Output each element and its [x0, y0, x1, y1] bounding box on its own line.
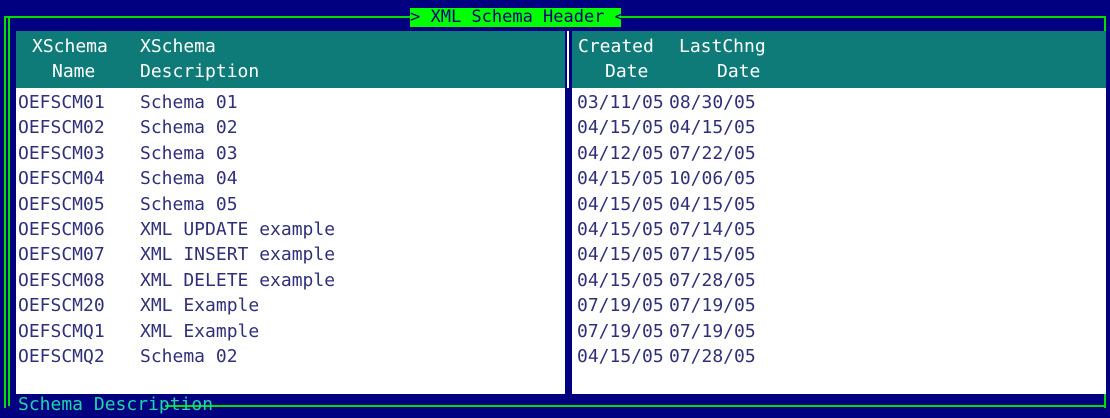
schema-description: Schema 04	[140, 168, 238, 190]
schema-description: XML UPDATE example	[140, 218, 336, 240]
last-change-date: 04/15/05	[669, 117, 756, 139]
last-change-date: 10/06/05	[669, 168, 756, 190]
schema-description: XML DELETE example	[140, 269, 336, 291]
last-change-date: 07/15/05	[669, 244, 756, 266]
schema-description: Schema 02	[140, 345, 238, 367]
table-row[interactable]: OEFSCM02 Schema 02 04/15/05 04/15/05	[0, 115, 1110, 140]
created-date: 04/15/05	[577, 193, 664, 215]
footer-label: Schema Description	[18, 394, 214, 415]
schema-name: OEFSCM03	[18, 142, 105, 164]
col-changed-header-line1: LastChng	[679, 36, 766, 57]
created-date: 07/19/05	[577, 320, 664, 342]
last-change-date: 08/30/05	[669, 92, 756, 113]
last-change-date: 07/28/05	[669, 345, 756, 367]
schema-name: OEFSCM05	[18, 193, 105, 215]
schema-list: OEFSCM01 Schema 01 03/11/05 08/30/05 OEFSCM…	[0, 90, 1110, 369]
table-row[interactable]: OEFSCM01 Schema 01 03/11/05 08/30/05	[0, 90, 1110, 115]
schema-name: OEFSCM04	[18, 168, 105, 190]
table-row[interactable]: OEFSCMQ1 XML Example 07/19/05 07/19/05	[0, 319, 1110, 344]
schema-description: XML INSERT example	[140, 244, 336, 266]
table-row[interactable]: OEFSCM06 XML UPDATE example 04/15/05 07/14/…	[0, 217, 1110, 242]
created-date: 04/12/05	[577, 142, 664, 164]
schema-description: Schema 01	[140, 92, 238, 113]
col-name-header-line2: Name	[52, 61, 96, 82]
col-desc-header-line2: Description	[140, 61, 260, 82]
table-row[interactable]: OEFSCM07 XML INSERT example 04/15/05 07/15/…	[0, 242, 1110, 267]
created-date: 04/15/05	[577, 244, 664, 266]
header-right-panel: Created Date LastChng Date	[572, 31, 1106, 88]
last-change-date: 04/15/05	[669, 193, 756, 215]
schema-description: Schema 02	[140, 117, 238, 139]
schema-name: OEFSCM08	[18, 269, 105, 291]
table-row[interactable]: OEFSCM04 Schema 04 04/15/05 10/06/05	[0, 166, 1110, 191]
table-row[interactable]: OEFSCMQ2 Schema 02 04/15/05 07/28/05	[0, 344, 1110, 369]
header-left-panel: XSchema Name XSchema Description	[16, 31, 565, 88]
window-title: > XML Schema Header <	[410, 7, 625, 27]
created-date: 04/15/05	[577, 168, 664, 190]
last-change-date: 07/22/05	[669, 142, 756, 164]
col-name-header-line1: XSchema	[32, 36, 108, 57]
schema-name: OEFSCMQ2	[18, 345, 105, 367]
col-changed-header-line2: Date	[717, 61, 761, 82]
terminal-screen: > XML Schema Header < XSchema Name XSche…	[0, 0, 1110, 418]
created-date: 04/15/05	[577, 218, 664, 240]
frame-top-right	[621, 16, 1106, 18]
last-change-date: 07/28/05	[669, 269, 756, 291]
schema-description: XML Example	[140, 320, 260, 342]
schema-description: Schema 03	[140, 142, 238, 164]
col-created-header-line1: Created	[578, 36, 654, 57]
schema-name: OEFSCM01	[18, 92, 105, 113]
schema-name: OEFSCM20	[18, 295, 105, 317]
created-date: 07/19/05	[577, 295, 664, 317]
last-change-date: 07/19/05	[669, 295, 756, 317]
col-created-header-line2: Date	[605, 61, 649, 82]
frame-top-left	[4, 16, 410, 18]
table-row[interactable]: OEFSCM20 XML Example 07/19/05 07/19/05	[0, 293, 1110, 318]
table-row[interactable]: OEFSCM03 Schema 03 04/12/05 07/22/05	[0, 141, 1110, 166]
frame-bottom	[165, 405, 1106, 407]
created-date: 03/11/05	[577, 92, 664, 113]
table-row[interactable]: OEFSCM08 XML DELETE example 04/15/05 07/28/…	[0, 268, 1110, 293]
col-desc-header-line1: XSchema	[140, 36, 216, 57]
last-change-date: 07/19/05	[669, 320, 756, 342]
created-date: 04/15/05	[577, 345, 664, 367]
last-change-date: 07/14/05	[669, 218, 756, 240]
created-date: 04/15/05	[577, 117, 664, 139]
schema-name: OEFSCM02	[18, 117, 105, 139]
schema-description: XML Example	[140, 295, 260, 317]
schema-name: OEFSCM06	[18, 218, 105, 240]
schema-description: Schema 05	[140, 193, 238, 215]
table-row[interactable]: OEFSCM05 Schema 05 04/15/05 04/15/05	[0, 192, 1110, 217]
schema-name: OEFSCM07	[18, 244, 105, 266]
created-date: 04/15/05	[577, 269, 664, 291]
schema-name: OEFSCMQ1	[18, 320, 105, 342]
